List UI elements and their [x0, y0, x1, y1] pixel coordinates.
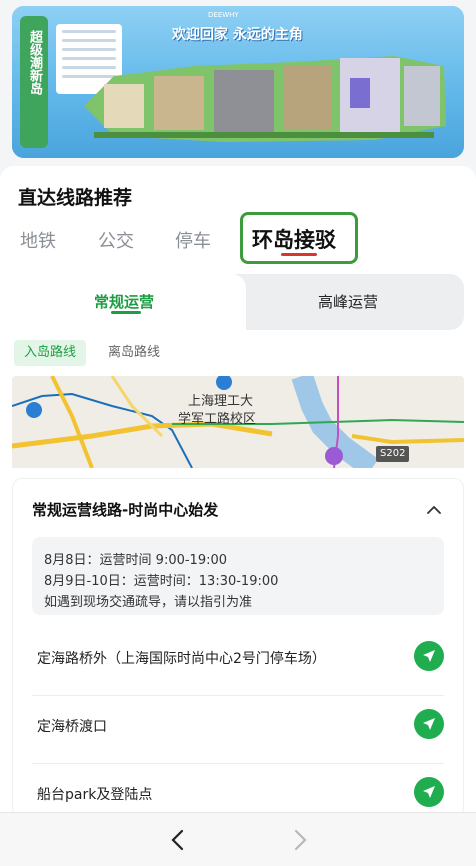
chip-inbound[interactable]: 入岛路线 — [14, 340, 87, 366]
stop-name: 船台park及登陆点 — [37, 787, 153, 803]
banner-vertical-text: 超级潮新岛 — [27, 30, 42, 95]
tab-subway[interactable]: 地铁 — [20, 227, 56, 253]
notice-line-2: 8月9日-10日：运营时间：13:30-19:00 — [44, 574, 279, 589]
banner-side-strip: 超级潮新岛 — [20, 16, 48, 148]
stop-name: 定海路桥外（上海国际时尚中心2号门停车场） — [37, 651, 326, 667]
notice-line-3: 如遇到现场交通疏导，请以指引为准 — [44, 595, 253, 610]
banner-brand: DEEWHY — [208, 11, 239, 19]
chevron-up-icon[interactable] — [424, 500, 444, 520]
banner-headline: 欢迎回家 永远的主角 — [172, 27, 303, 43]
chevron-right-icon[interactable] — [290, 828, 310, 852]
stop-row[interactable]: 定海桥渡口 — [32, 698, 444, 764]
tab-peak-operation[interactable]: 高峰运营 — [318, 291, 378, 312]
road-badge: S202 — [376, 446, 410, 462]
route-title: 常规运营线路-时尚中心始发 — [32, 501, 219, 519]
navigation-arrow-icon[interactable] — [414, 777, 444, 807]
map-label-line2: 学军工路校区 — [178, 412, 257, 427]
notice-line-1: 8月8日：运营时间 9:00-19:00 — [44, 553, 228, 568]
banner-island-illustration — [84, 56, 446, 142]
navigation-arrow-icon[interactable] — [414, 641, 444, 671]
tab-island-shuttle[interactable]: 环岛接驳 — [252, 224, 336, 254]
tab-parking[interactable]: 停车 — [175, 227, 211, 253]
navigation-arrow-icon[interactable] — [414, 709, 444, 739]
tab-regular-operation[interactable]: 常规运营 — [94, 291, 154, 312]
stop-name: 定海桥渡口 — [37, 719, 107, 735]
active-tab-underline — [281, 253, 317, 256]
regular-operation-underline — [111, 311, 141, 314]
promo-banner[interactable]: 超级潮新岛 DEEWHY 欢迎回家 永远的主角 — [12, 6, 464, 158]
stop-row[interactable]: 定海路桥外（上海国际时尚中心2号门停车场） — [32, 630, 444, 696]
map-label-line1: 上海理工大 — [188, 394, 254, 409]
chevron-left-icon[interactable] — [168, 828, 188, 852]
tab-bus[interactable]: 公交 — [98, 227, 134, 253]
section-title: 直达线路推荐 — [18, 187, 133, 209]
chip-outbound[interactable]: 离岛路线 — [98, 340, 170, 366]
bottom-navigation-bar — [0, 812, 476, 866]
